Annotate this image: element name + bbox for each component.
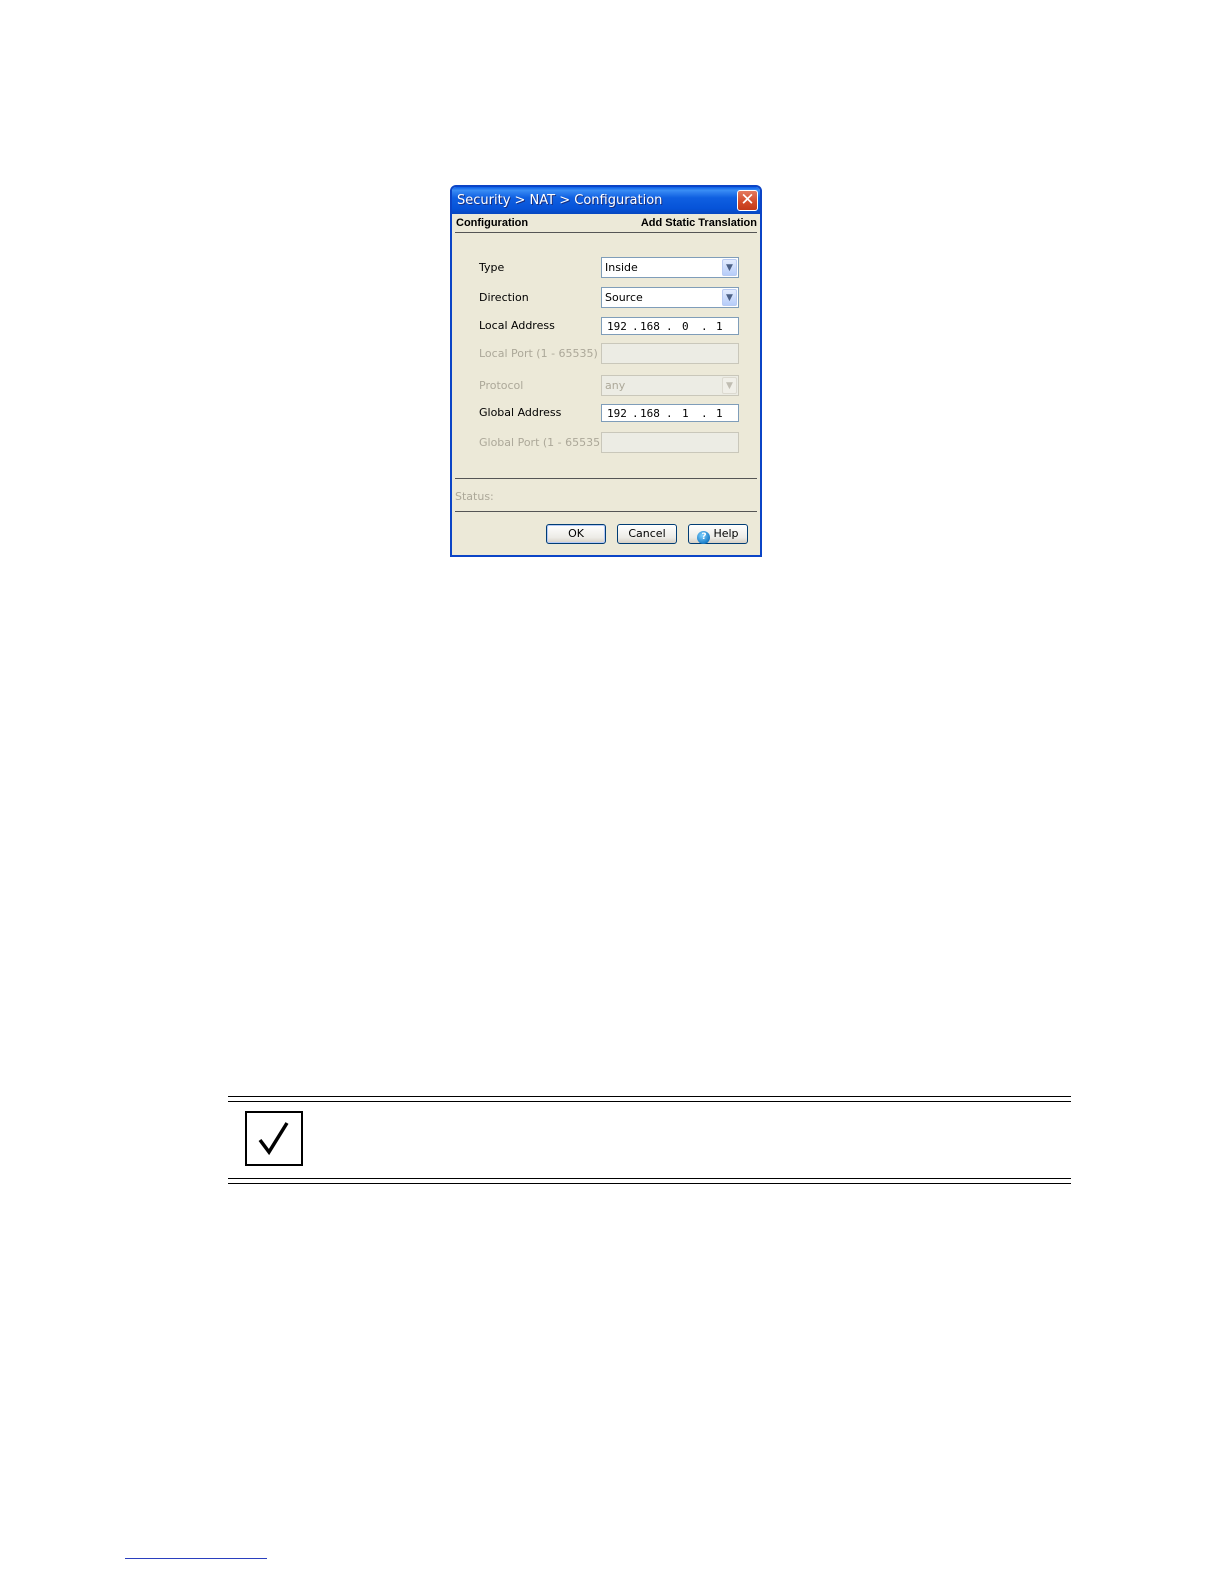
local-address-octet-4[interactable]: 1 [716, 320, 723, 333]
footer-link-rule [125, 1558, 267, 1559]
note-top-rule [228, 1101, 1071, 1102]
global-address-octet-4[interactable]: 1 [716, 407, 723, 420]
divider [455, 478, 757, 479]
global-port-input [601, 432, 739, 453]
nat-configuration-dialog: Security > NAT > Configuration ✕ Configu… [450, 185, 762, 557]
help-button[interactable]: ? Help [688, 524, 748, 544]
local-address-octet-1[interactable]: 192 [607, 320, 627, 333]
protocol-label: Protocol [479, 379, 524, 392]
cancel-button[interactable]: Cancel [617, 524, 677, 544]
help-button-label: Help [713, 527, 739, 540]
help-icon: ? [697, 531, 711, 544]
checkmark-icon [245, 1111, 303, 1166]
local-address-label: Local Address [479, 319, 555, 332]
local-address-input[interactable]: 192 . 168 . 0 . 1 [601, 317, 739, 335]
local-address-row: Local Address 192 . 168 . 0 . 1 [479, 315, 741, 337]
note-top-rule [228, 1096, 1071, 1097]
protocol-select: any ▼ [601, 375, 739, 396]
dialog-title-bar[interactable]: Security > NAT > Configuration ✕ [452, 187, 760, 214]
local-port-label: Local Port (1 - 65535) [479, 347, 598, 360]
local-port-input [601, 343, 739, 364]
section-subtitle: Add Static Translation [640, 217, 757, 229]
divider [455, 511, 757, 512]
direction-value: Source [605, 291, 643, 304]
global-address-octet-2[interactable]: 168 [640, 407, 660, 420]
protocol-value: any [605, 379, 626, 392]
note-bottom-rule [228, 1183, 1071, 1184]
section-title: Configuration [456, 217, 529, 229]
close-button[interactable]: ✕ [737, 190, 758, 211]
global-address-label: Global Address [479, 406, 562, 419]
local-address-octet-3[interactable]: 0 [682, 320, 689, 333]
chevron-down-icon[interactable]: ▼ [722, 289, 737, 306]
close-icon: ✕ [740, 190, 755, 210]
type-label: Type [479, 261, 505, 274]
direction-row: Direction Source ▼ [479, 287, 741, 309]
type-select[interactable]: Inside ▼ [601, 257, 739, 278]
global-address-row: Global Address 192 . 168 . 1 . 1 [479, 402, 741, 424]
global-address-octet-3[interactable]: 1 [682, 407, 689, 420]
global-port-label: Global Port (1 - 65535) [479, 436, 605, 449]
direction-label: Direction [479, 291, 529, 304]
type-row: Type Inside ▼ [479, 257, 741, 279]
status-label: Status: [455, 490, 494, 503]
local-address-octet-2[interactable]: 168 [640, 320, 660, 333]
dialog-title: Security > NAT > Configuration [457, 193, 663, 208]
direction-select[interactable]: Source ▼ [601, 287, 739, 308]
global-port-row: Global Port (1 - 65535) [479, 432, 741, 454]
chevron-down-icon[interactable]: ▼ [722, 259, 737, 276]
global-address-octet-1[interactable]: 192 [607, 407, 627, 420]
local-port-row: Local Port (1 - 65535) [479, 343, 741, 365]
ok-button[interactable]: OK [546, 524, 606, 544]
global-address-input[interactable]: 192 . 168 . 1 . 1 [601, 404, 739, 422]
section-header: Configuration Add Static Translation [455, 216, 757, 233]
chevron-down-icon: ▼ [722, 377, 737, 394]
type-value: Inside [605, 261, 638, 274]
protocol-row: Protocol any ▼ [479, 375, 741, 397]
note-bottom-rule [228, 1178, 1071, 1179]
